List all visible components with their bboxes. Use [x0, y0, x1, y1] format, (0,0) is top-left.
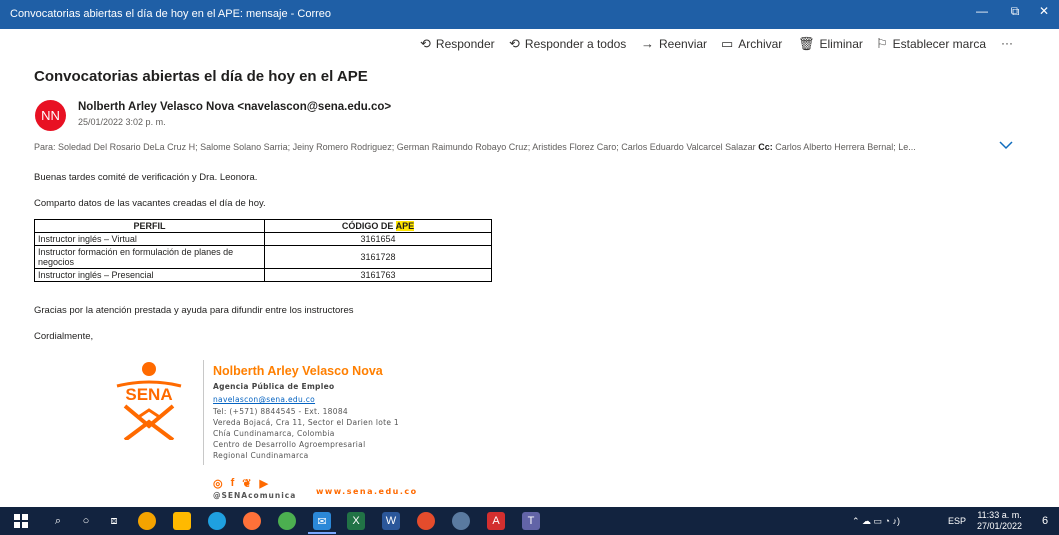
- sender-name[interactable]: Nolberth Arley Velasco Nova <navelascon@…: [78, 101, 391, 113]
- vacancies-table: PERFIL CÓDIGO DE APE Instructor inglés –…: [34, 219, 492, 282]
- paint-icon[interactable]: [452, 512, 470, 530]
- flag-label: Establecer marca: [892, 37, 987, 51]
- reply-all-label: Responder a todos: [524, 37, 627, 51]
- social-icons: ◎ f ❦ ▶: [213, 477, 268, 490]
- codigo-cell: 3161654: [264, 232, 492, 246]
- delete-button[interactable]: 🗑 Eliminar: [798, 36, 863, 52]
- chevron-down-icon[interactable]: [998, 138, 1014, 152]
- instagram-icon[interactable]: ◎: [213, 477, 223, 490]
- closing-text: Cordialmente,: [34, 331, 94, 342]
- teams-icon[interactable]: T: [522, 512, 540, 530]
- greeting-text: Buenas tardes comité de verificación y D…: [34, 172, 258, 183]
- perfil-cell: Instructor inglés – Presencial: [34, 268, 265, 282]
- search-icon[interactable]: ⌕: [49, 512, 67, 530]
- edge-icon[interactable]: [208, 512, 226, 530]
- task-view-icon[interactable]: ⧈: [105, 512, 123, 530]
- flag-button[interactable]: ⚐ Establecer marca: [876, 36, 986, 52]
- reply-all-icon: ⟲: [509, 36, 520, 51]
- thanks-text: Gracias por la atención prestada y ayuda…: [34, 305, 354, 316]
- codigo-cell: 3161728: [264, 245, 492, 269]
- twitter-icon[interactable]: ❦: [242, 477, 251, 490]
- forward-button[interactable]: → Reenviar: [641, 36, 707, 51]
- language-indicator[interactable]: ESP: [948, 516, 966, 526]
- avatar[interactable]: NN: [35, 100, 66, 131]
- title-bar: Convocatorias abiertas el día de hoy en …: [0, 0, 1059, 29]
- table-header-row: PERFIL CÓDIGO DE APE: [34, 219, 492, 233]
- file-explorer-icon[interactable]: [173, 512, 191, 530]
- delete-label: Eliminar: [819, 37, 863, 51]
- command-bar: ⟲ Responder ⟲ Responder a todos → Reenvi…: [0, 36, 1059, 56]
- more-actions-button[interactable]: ···: [1001, 36, 1013, 50]
- active-app-indicator: [308, 532, 336, 534]
- excel-icon[interactable]: X: [347, 512, 365, 530]
- notification-count: 6: [1041, 515, 1049, 527]
- codigo-cell: 3161763: [264, 268, 492, 282]
- intro-text: Comparto datos de las vacantes creadas e…: [34, 198, 266, 209]
- word-icon[interactable]: W: [382, 512, 400, 530]
- window-title: Convocatorias abiertas el día de hoy en …: [10, 8, 332, 20]
- to-recipients[interactable]: Soledad Del Rosario DeLa Cruz H; Salome …: [58, 142, 756, 152]
- signature-email-link[interactable]: navelascon@sena.edu.co: [213, 395, 315, 404]
- mail-icon[interactable]: ✉: [313, 512, 331, 530]
- column-header-perfil: PERFIL: [34, 219, 265, 233]
- codigo-header-text: CÓDIGO DE: [341, 221, 396, 231]
- forward-label: Reenviar: [659, 36, 708, 51]
- recipients-line: Para: Soledad Del Rosario DeLa Cruz H; S…: [34, 142, 989, 152]
- app-icon[interactable]: [278, 512, 296, 530]
- flag-icon: ⚐: [876, 36, 888, 51]
- sena-logo-text: SENA: [125, 385, 172, 404]
- restore-button[interactable]: ⧉: [1005, 4, 1025, 19]
- column-header-codigo: CÓDIGO DE APE: [264, 219, 492, 233]
- cc-recipients[interactable]: Carlos Alberto Herrera Bernal; Le...: [775, 142, 916, 152]
- close-button[interactable]: ✕: [1034, 4, 1054, 18]
- reply-icon: ⟲: [420, 36, 431, 51]
- highlighted-ape: APE: [395, 221, 415, 231]
- firefox-icon[interactable]: [243, 512, 261, 530]
- minimize-button[interactable]: —: [972, 4, 992, 18]
- table-row: Instructor formación en formulación de p…: [34, 245, 492, 269]
- signature-name: Nolberth Arley Velasco Nova: [213, 364, 383, 378]
- chrome-profile-icon[interactable]: [417, 512, 435, 530]
- archive-button[interactable]: ▭ Archivar: [721, 36, 782, 52]
- message-date: 25/01/2022 3:02 p. m.: [78, 117, 166, 127]
- notification-icon[interactable]: 6: [1036, 512, 1054, 530]
- signature-region: Regional Cundinamarca: [213, 451, 309, 460]
- clock[interactable]: 11:33 a. m. 27/01/2022: [977, 510, 1022, 532]
- sena-logo: SENA: [116, 362, 182, 440]
- social-handle: @SENAcomunica: [213, 491, 297, 500]
- signature-phone: Tel: (+571) 8844545 - Ext. 18084: [213, 407, 348, 416]
- tray-icons[interactable]: ⌃ ☁ ▭ ◔ ♪): [852, 516, 900, 527]
- archive-icon: ▭: [721, 36, 734, 51]
- youtube-icon[interactable]: ▶: [260, 477, 268, 490]
- message-subject: Convocatorias abiertas el día de hoy en …: [34, 68, 368, 85]
- signature-center: Centro de Desarrollo Agroempresarial: [213, 440, 366, 449]
- clock-time: 11:33 a. m.: [977, 510, 1022, 520]
- reply-all-button[interactable]: ⟲ Responder a todos: [509, 36, 626, 52]
- reply-label: Responder: [435, 37, 495, 51]
- reply-button[interactable]: ⟲ Responder: [420, 36, 495, 52]
- to-label: Para:: [34, 142, 56, 152]
- cortana-icon[interactable]: ○: [77, 512, 95, 530]
- taskbar: ⌕ ○ ⧈ ✉ X W A T ⌃ ☁ ▭ ◔ ♪) ESP 11:33 a. …: [0, 507, 1059, 535]
- signature-org: Agencia Pública de Empleo: [213, 382, 335, 391]
- perfil-cell: Instructor formación en formulación de p…: [34, 245, 265, 269]
- forward-icon: →: [641, 36, 654, 51]
- clock-date: 27/01/2022: [977, 521, 1023, 531]
- perfil-cell: Instructor inglés – Virtual: [34, 232, 265, 246]
- facebook-icon[interactable]: f: [231, 477, 235, 490]
- signature-divider: [203, 360, 204, 465]
- windows-start-icon[interactable]: [12, 512, 30, 530]
- cc-label: Cc:: [758, 142, 773, 152]
- table-row: Instructor inglés – Presencial 3161763: [34, 268, 492, 282]
- signature-address: Vereda Bojacá, Cra 11, Sector el Darien …: [213, 418, 399, 427]
- more-icon: ···: [1001, 36, 1013, 50]
- signature-city: Chía Cundinamarca, Colombia: [213, 429, 335, 438]
- acrobat-icon[interactable]: A: [487, 512, 505, 530]
- chrome-icon[interactable]: [138, 512, 156, 530]
- table-row: Instructor inglés – Virtual 3161654: [34, 232, 492, 246]
- archive-label: Archivar: [738, 37, 783, 51]
- website-link[interactable]: www.sena.edu.co: [316, 487, 418, 496]
- trash-icon: 🗑: [798, 36, 815, 51]
